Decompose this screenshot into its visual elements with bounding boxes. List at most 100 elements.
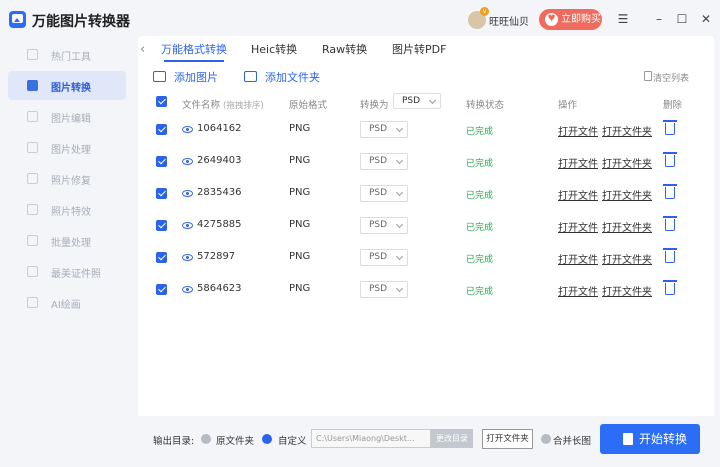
delete-trash-icon[interactable] xyxy=(663,120,677,135)
open-file-link[interactable]: 打开文件 xyxy=(558,283,598,298)
open-folder-link[interactable]: 打开文件夹 xyxy=(602,251,652,266)
delete-trash-icon[interactable] xyxy=(663,280,677,295)
sidebar-item-hot-tools[interactable]: 热门工具 xyxy=(8,40,126,69)
sidebar-item-batch[interactable]: 批量处理 xyxy=(8,226,126,255)
row-checkbox[interactable] xyxy=(156,156,167,167)
delete-trash-icon[interactable] xyxy=(663,216,677,231)
app-logo-icon xyxy=(9,11,26,28)
buy-vip-button[interactable]: ♥ 立即购买 xyxy=(539,9,602,30)
preview-eye-icon[interactable] xyxy=(182,222,193,229)
sidebar-item-photo-effects[interactable]: 照片特效 xyxy=(8,195,126,224)
minimize-icon[interactable]: – xyxy=(650,10,668,28)
app-title: 万能图片转换器 xyxy=(32,14,130,30)
delete-trash-icon[interactable] xyxy=(663,248,677,263)
image-process-icon xyxy=(27,142,38,153)
preview-eye-icon[interactable] xyxy=(182,158,193,165)
clear-list-button[interactable]: 清空列表 xyxy=(653,71,689,84)
tab-image-to-pdf[interactable]: 图片转PDF xyxy=(392,41,446,57)
chevron-down-icon xyxy=(428,96,437,105)
add-folder-button[interactable]: 添加文件夹 xyxy=(265,69,320,85)
open-file-link[interactable]: 打开文件 xyxy=(558,251,598,266)
open-file-link[interactable]: 打开文件 xyxy=(558,123,598,138)
open-folder-link[interactable]: 打开文件夹 xyxy=(602,123,652,138)
change-dir-button[interactable]: 更改目录 xyxy=(431,429,473,448)
target-format-select[interactable]: PSD xyxy=(360,153,408,170)
table-row: 4275885 PNG PSD 已完成 打开文件 打开文件夹 xyxy=(144,210,708,242)
merge-long-image-checkbox[interactable] xyxy=(541,434,551,444)
row-checkbox[interactable] xyxy=(156,220,167,231)
preview-eye-icon[interactable] xyxy=(182,126,193,133)
original-format: PNG xyxy=(289,187,311,198)
open-file-link[interactable]: 打开文件 xyxy=(558,219,598,234)
custom-radio[interactable] xyxy=(262,434,272,444)
merge-long-image-label[interactable]: 合并长图 xyxy=(553,433,591,447)
sidebar-item-label: 热门工具 xyxy=(51,52,91,63)
preview-eye-icon[interactable] xyxy=(182,254,193,261)
sidebar-item-image-process[interactable]: 图片处理 xyxy=(8,133,126,162)
row-checkbox[interactable] xyxy=(156,252,167,263)
open-folder-link[interactable]: 打开文件夹 xyxy=(602,219,652,234)
target-format-value: PSD xyxy=(369,156,388,166)
target-format-select[interactable]: PSD xyxy=(360,249,408,266)
file-name: 2835436 xyxy=(197,187,242,198)
close-icon[interactable]: ✕ xyxy=(697,10,715,28)
output-dir-label: 输出目录: xyxy=(153,436,195,447)
header-delete: 删除 xyxy=(663,100,683,111)
tab-heic[interactable]: Heic转换 xyxy=(251,41,297,57)
back-chevron-icon[interactable]: ‹ xyxy=(140,42,152,57)
title-bar: 万能图片转换器 旺旺仙贝 ♥ 立即购买 ☰ – ☐ ✕ xyxy=(0,0,720,40)
ai-paint-icon xyxy=(27,297,38,308)
menu-icon[interactable]: ☰ xyxy=(614,10,632,28)
preview-eye-icon[interactable] xyxy=(182,190,193,197)
convert-doc-icon xyxy=(623,433,633,445)
original-folder-label[interactable]: 原文件夹 xyxy=(216,433,254,447)
tab-raw[interactable]: Raw转换 xyxy=(322,41,367,57)
add-folder-icon[interactable] xyxy=(244,71,257,82)
sidebar-item-label: 照片特效 xyxy=(51,207,91,218)
target-format-select[interactable]: PSD xyxy=(360,217,408,234)
delete-trash-icon[interactable] xyxy=(663,184,677,199)
original-format: PNG xyxy=(289,219,311,230)
select-all-checkbox[interactable] xyxy=(156,96,167,107)
convert-all-value: PSD xyxy=(402,96,421,106)
sidebar-item-id-photo[interactable]: 最美证件照 xyxy=(8,257,126,286)
start-convert-button[interactable]: 开始转换 xyxy=(600,424,700,454)
row-checkbox[interactable] xyxy=(156,124,167,135)
target-format-select[interactable]: PSD xyxy=(360,281,408,298)
chevron-down-icon xyxy=(395,156,404,165)
sidebar-item-photo-repair[interactable]: 照片修复 xyxy=(8,164,126,193)
open-folder-link[interactable]: 打开文件夹 xyxy=(602,283,652,298)
sidebar-item-image-edit[interactable]: 图片编辑 xyxy=(8,102,126,131)
sidebar-item-label: 图片编辑 xyxy=(51,114,91,125)
image-edit-icon xyxy=(27,111,38,122)
original-format: PNG xyxy=(289,251,311,262)
sidebar-item-label: 最美证件照 xyxy=(51,269,101,280)
add-image-button[interactable]: 添加图片 xyxy=(174,69,218,85)
target-format-select[interactable]: PSD xyxy=(360,185,408,202)
sidebar-item-ai-paint[interactable]: AI绘画 xyxy=(8,288,126,317)
open-output-folder-button[interactable]: 打开文件夹 xyxy=(482,429,533,449)
user-name[interactable]: 旺旺仙贝 xyxy=(489,13,529,28)
row-checkbox[interactable] xyxy=(156,188,167,199)
tab-universal-format[interactable]: 万能格式转换 xyxy=(161,41,227,57)
target-format-select[interactable]: PSD xyxy=(360,121,408,138)
open-file-link[interactable]: 打开文件 xyxy=(558,155,598,170)
clear-list-icon[interactable] xyxy=(644,71,652,81)
add-image-icon[interactable] xyxy=(153,71,166,82)
preview-eye-icon[interactable] xyxy=(182,286,193,293)
open-file-link[interactable]: 打开文件 xyxy=(558,187,598,202)
main-panel: ‹ 万能格式转换 Heic转换 Raw转换 图片转PDF 添加图片 添加文件夹 … xyxy=(138,36,714,464)
original-folder-radio[interactable] xyxy=(201,434,211,444)
status-text: 已完成 xyxy=(466,191,494,201)
table-row: 572897 PNG PSD 已完成 打开文件 打开文件夹 xyxy=(144,242,708,274)
open-folder-link[interactable]: 打开文件夹 xyxy=(602,155,652,170)
sidebar-item-image-convert[interactable]: 图片转换 xyxy=(8,71,126,100)
row-checkbox[interactable] xyxy=(156,284,167,295)
open-folder-link[interactable]: 打开文件夹 xyxy=(602,187,652,202)
user-avatar[interactable] xyxy=(468,7,489,29)
convert-all-select[interactable]: PSD xyxy=(393,93,441,109)
maximize-icon[interactable]: ☐ xyxy=(673,10,691,28)
custom-label[interactable]: 自定义 xyxy=(278,433,307,447)
delete-trash-icon[interactable] xyxy=(663,152,677,167)
output-path-input[interactable]: C:\Users\Miaong\Deskt... xyxy=(311,429,431,448)
